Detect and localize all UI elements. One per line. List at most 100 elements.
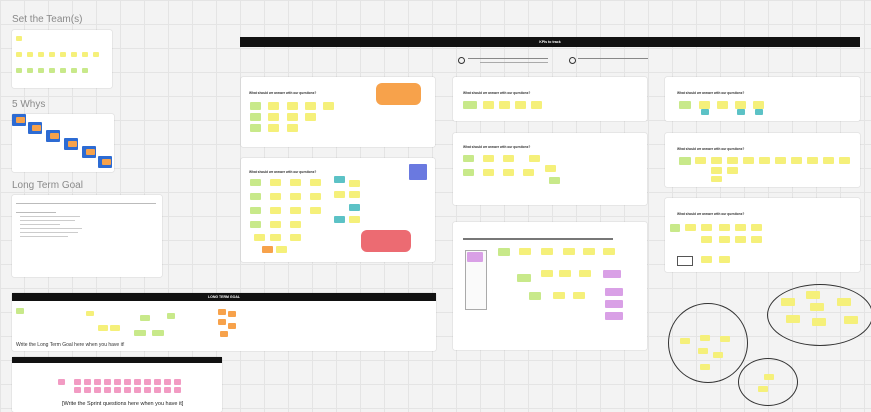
pink-sticky[interactable] xyxy=(114,387,121,393)
pink-sticky[interactable] xyxy=(164,379,171,385)
kpi-sticky[interactable] xyxy=(751,224,762,231)
kpi-sticky[interactable] xyxy=(250,221,261,228)
kpi-sticky[interactable] xyxy=(685,224,696,231)
team-sticky[interactable] xyxy=(16,52,22,57)
kpi-sticky[interactable] xyxy=(517,274,531,282)
pink-sticky[interactable] xyxy=(94,379,101,385)
kpi-sticky[interactable] xyxy=(254,234,265,241)
pink-sticky[interactable] xyxy=(104,379,111,385)
pink-sticky[interactable] xyxy=(134,379,141,385)
pink-sticky[interactable] xyxy=(134,387,141,393)
kpi-sticky[interactable] xyxy=(290,193,301,200)
team-sticky[interactable] xyxy=(38,52,44,57)
kpi-sticky[interactable] xyxy=(695,157,706,164)
kpi-sticky[interactable] xyxy=(679,101,691,109)
kpi-sticky[interactable] xyxy=(711,167,722,174)
cluster-sticky[interactable] xyxy=(810,303,824,311)
kpi-sticky[interactable] xyxy=(250,207,261,214)
comment-bubble[interactable] xyxy=(376,83,421,105)
pink-sticky[interactable] xyxy=(154,387,161,393)
kpi-sticky[interactable] xyxy=(287,124,298,132)
why-sticky[interactable] xyxy=(50,133,59,139)
kpi-sticky[interactable] xyxy=(334,216,345,223)
pink-sticky[interactable] xyxy=(104,387,111,393)
goal-sticky[interactable] xyxy=(218,309,226,315)
pink-sticky[interactable] xyxy=(84,379,91,385)
kpi-sticky[interactable] xyxy=(287,102,298,110)
pink-sticky[interactable] xyxy=(154,379,161,385)
kpi-frame-8[interactable]: What should we answer with our questions… xyxy=(665,198,860,272)
kpi-sticky[interactable] xyxy=(727,157,738,164)
kpi-sticky[interactable] xyxy=(349,180,360,187)
cluster-sticky[interactable] xyxy=(786,315,800,323)
kpi-sticky[interactable] xyxy=(735,236,746,243)
pink-sticky[interactable] xyxy=(124,379,131,385)
kpi-sticky[interactable] xyxy=(711,157,722,164)
kpi-frame-6[interactable]: What should we answer with our questions… xyxy=(665,77,860,121)
kpi-sticky[interactable] xyxy=(503,155,514,162)
kpi-sticky[interactable] xyxy=(290,221,301,228)
kpi-sticky[interactable] xyxy=(268,124,279,132)
team-sticky[interactable] xyxy=(60,52,66,57)
goal-sticky[interactable] xyxy=(228,323,236,329)
kpi-sticky[interactable] xyxy=(737,109,745,115)
kpi-sticky[interactable] xyxy=(290,207,301,214)
cluster-sticky[interactable] xyxy=(680,338,690,344)
kpi-sticky[interactable] xyxy=(563,248,575,255)
kpi-sticky[interactable] xyxy=(701,109,709,115)
team-sticky[interactable] xyxy=(27,68,33,73)
pink-sticky[interactable] xyxy=(174,387,181,393)
kpi-sticky[interactable] xyxy=(467,252,483,262)
cluster-sticky[interactable] xyxy=(806,291,820,299)
kpi-sticky[interactable] xyxy=(323,102,334,110)
kpi-sticky[interactable] xyxy=(529,292,541,300)
kpi-sticky[interactable] xyxy=(270,234,281,241)
kpi-sticky[interactable] xyxy=(270,221,281,228)
kpi-sticky[interactable] xyxy=(529,155,540,162)
pink-sticky[interactable] xyxy=(74,379,81,385)
kpi-sticky[interactable] xyxy=(250,113,261,121)
kpi-sticky[interactable] xyxy=(262,246,273,253)
team-sticky[interactable] xyxy=(71,68,77,73)
kpi-sticky[interactable] xyxy=(549,177,560,184)
kpi-sticky[interactable] xyxy=(268,113,279,121)
kpi-sticky[interactable] xyxy=(719,256,730,263)
kpi-sticky[interactable] xyxy=(290,234,301,241)
cluster-sticky[interactable] xyxy=(700,335,710,341)
kpi-sticky[interactable] xyxy=(753,101,764,109)
kpi-sticky[interactable] xyxy=(735,224,746,231)
kpi-sticky[interactable] xyxy=(287,113,298,121)
kpi-sticky[interactable] xyxy=(310,193,321,200)
kpi-sticky[interactable] xyxy=(310,207,321,214)
comment-bubble[interactable] xyxy=(361,230,411,252)
kpi-sticky[interactable] xyxy=(503,169,514,176)
kpi-sticky[interactable] xyxy=(775,157,786,164)
goal-sticky[interactable] xyxy=(110,325,120,331)
why-sticky[interactable] xyxy=(102,159,111,165)
kpi-sticky[interactable] xyxy=(499,101,510,109)
whys-frame[interactable] xyxy=(12,114,114,172)
cluster-sticky[interactable] xyxy=(844,316,858,324)
kpi-sticky[interactable] xyxy=(250,193,261,200)
kpi-sticky[interactable] xyxy=(679,157,691,165)
kpi-sticky[interactable] xyxy=(523,169,534,176)
note-box[interactable] xyxy=(677,256,693,266)
pink-sticky[interactable] xyxy=(84,387,91,393)
kpi-sticky[interactable] xyxy=(334,191,345,198)
goal-sticky[interactable] xyxy=(152,330,164,336)
cluster-sticky[interactable] xyxy=(781,298,795,306)
kpi-sticky[interactable] xyxy=(603,248,615,255)
why-sticky[interactable] xyxy=(86,149,95,155)
pink-sticky[interactable] xyxy=(174,379,181,385)
goal-sticky[interactable] xyxy=(16,308,24,314)
kpi-sticky[interactable] xyxy=(409,164,427,180)
kpi-sticky[interactable] xyxy=(463,155,474,162)
goal-sticky[interactable] xyxy=(167,313,175,319)
kpi-frame-2[interactable]: What should we answer with our questions… xyxy=(241,158,435,262)
kpi-sticky[interactable] xyxy=(515,101,526,109)
kpi-sticky[interactable] xyxy=(701,236,712,243)
pink-sticky[interactable] xyxy=(124,387,131,393)
goal-frame[interactable] xyxy=(12,195,162,277)
kpi-sticky[interactable] xyxy=(735,101,746,109)
kpi-sticky[interactable] xyxy=(583,248,595,255)
